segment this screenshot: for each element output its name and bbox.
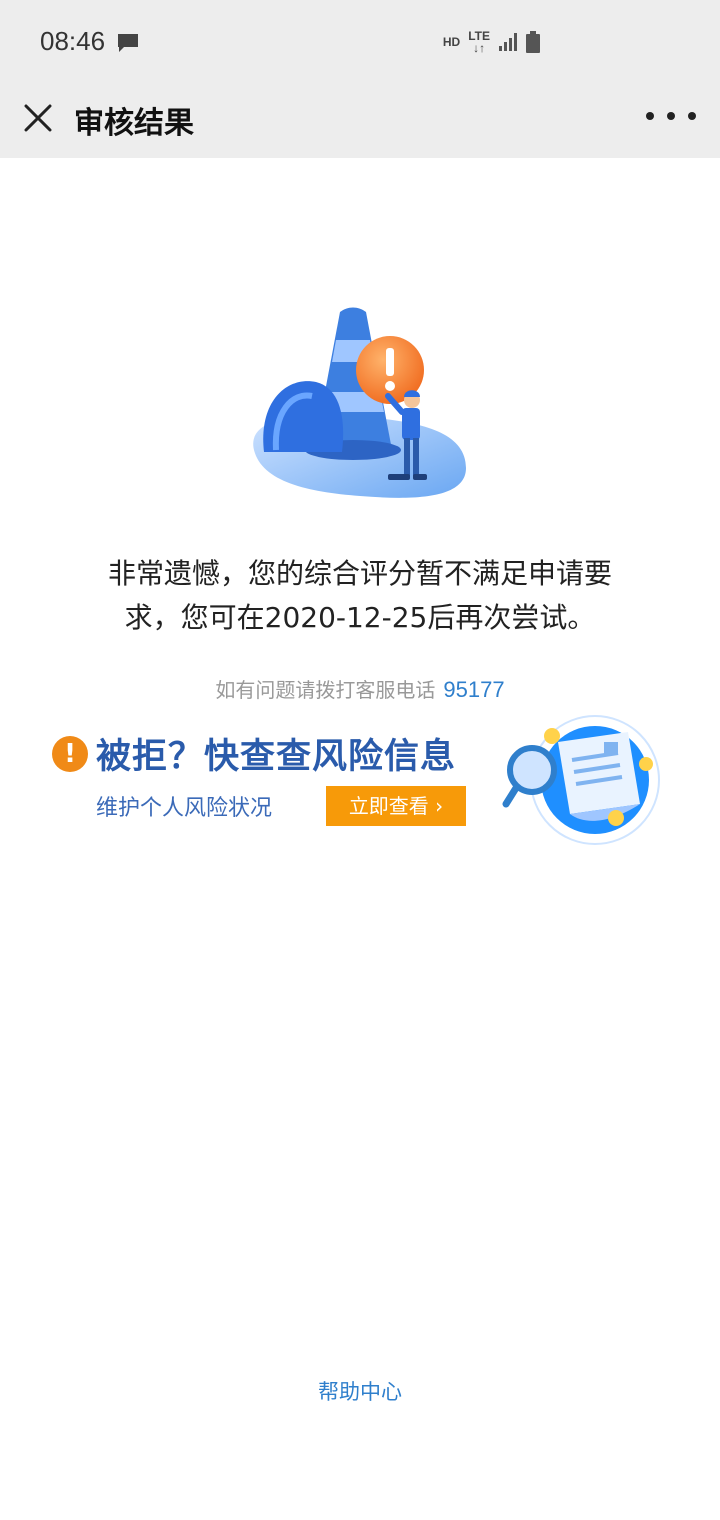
help-center-link[interactable]: 帮助中心 — [0, 1376, 720, 1406]
banner-subtitle: 维护个人风险状况 — [96, 796, 273, 821]
more-icon[interactable] — [646, 98, 696, 134]
close-icon[interactable] — [18, 98, 58, 138]
status-bar: 08:46 HD LTE ↓↑ — [0, 0, 720, 86]
nav-bar: 审核结果 — [0, 86, 720, 158]
message-icon — [118, 34, 138, 52]
rejection-illustration — [253, 307, 466, 498]
battery-icon — [526, 31, 540, 53]
banner-title: 被拒？快查查风险信息 — [96, 737, 457, 777]
help-text: 如有问题请拨打客服电话 — [215, 678, 436, 702]
lte-indicator: LTE ↓↑ — [468, 30, 490, 54]
risk-check-banner[interactable]: ! 被拒？快查查风险信息 维护个人风险状况 立即查看 › — [40, 706, 680, 856]
data-arrows-icon: ↓↑ — [473, 41, 486, 55]
page-title: 审核结果 — [74, 106, 194, 141]
signal-icon — [499, 33, 517, 51]
status-indicators: HD LTE ↓↑ — [443, 30, 540, 54]
status-time: 08:46 — [40, 26, 106, 56]
warning-icon: ! — [52, 736, 88, 772]
document-search-icon — [502, 715, 660, 845]
view-now-button[interactable]: 立即查看 › — [326, 786, 466, 826]
more-dot — [667, 112, 675, 120]
hd-label: HD — [442, 35, 461, 49]
help-line: 如有问题请拨打客服电话 95177 — [0, 674, 720, 703]
result-message: 非常遗憾，您的综合评分暂不满足申请要求，您可在2020-12-25后再次尝试。 — [107, 557, 612, 634]
help-phone-link[interactable]: 95177 — [443, 677, 504, 702]
more-dot — [688, 112, 696, 120]
more-dot — [646, 112, 654, 120]
